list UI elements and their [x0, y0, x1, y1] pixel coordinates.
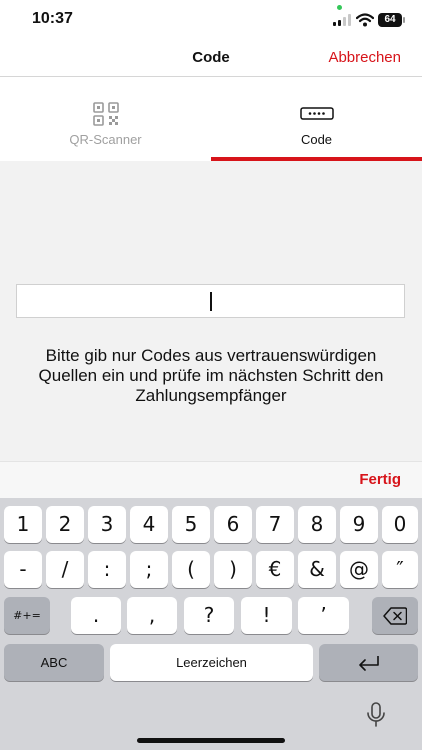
status-bar: 10:37 64: [0, 0, 422, 40]
return-icon: [358, 656, 379, 671]
key-colon[interactable]: :: [88, 551, 126, 588]
key-exclamation[interactable]: !: [241, 597, 292, 634]
key-9[interactable]: 9: [340, 506, 378, 543]
tab-code[interactable]: Code: [211, 77, 422, 161]
key-at[interactable]: @: [340, 551, 378, 588]
key-period[interactable]: .: [71, 597, 121, 634]
keyboard: 1 2 3 4 5 6 7 8 9 0 - / : ; ( ) € & @ ″ …: [0, 498, 422, 750]
key-apostrophe[interactable]: ’: [298, 597, 349, 634]
tab-bar: QR-Scanner Code: [0, 77, 422, 161]
return-key[interactable]: [319, 644, 418, 681]
abc-key[interactable]: ABC: [4, 644, 104, 681]
key-comma[interactable]: ,: [127, 597, 177, 634]
text-cursor: [210, 292, 212, 311]
qr-code-icon: [92, 102, 119, 126]
cellular-signal-icon: [333, 14, 351, 26]
key-hyphen[interactable]: -: [4, 551, 42, 588]
key-ampersand[interactable]: &: [298, 551, 336, 588]
wifi-icon: [356, 13, 374, 27]
key-3[interactable]: 3: [88, 506, 126, 543]
code-field-icon: [299, 107, 334, 120]
key-1[interactable]: 1: [4, 506, 42, 543]
key-7[interactable]: 7: [256, 506, 294, 543]
key-semicolon[interactable]: ;: [130, 551, 168, 588]
home-indicator: [137, 738, 285, 743]
cancel-button[interactable]: Abbrechen: [328, 49, 401, 66]
active-tab-indicator: [211, 157, 422, 161]
info-text: Bitte gib nur Codes aus vertrauenswürdig…: [38, 346, 384, 405]
key-4[interactable]: 4: [130, 506, 168, 543]
done-button[interactable]: Fertig: [359, 471, 401, 488]
privacy-indicator-icon: [337, 5, 342, 10]
symbols-toggle-key[interactable]: #+=: [4, 597, 50, 634]
tab-label: Code: [300, 132, 333, 147]
key-0[interactable]: 0: [382, 506, 418, 543]
tab-label: QR-Scanner: [69, 132, 142, 147]
key-close-paren[interactable]: ): [214, 551, 252, 588]
keyboard-toolbar: Fertig: [0, 461, 422, 498]
key-question[interactable]: ?: [184, 597, 234, 634]
microphone-icon[interactable]: [365, 702, 387, 728]
backspace-key[interactable]: [372, 597, 418, 634]
key-euro[interactable]: €: [256, 551, 294, 588]
navigation-bar: Code Abbrechen: [0, 40, 422, 77]
key-6[interactable]: 6: [214, 506, 252, 543]
key-2[interactable]: 2: [46, 506, 84, 543]
tab-qr-scanner[interactable]: QR-Scanner: [0, 77, 211, 161]
key-quote[interactable]: ″: [382, 551, 418, 588]
battery-icon: 64: [378, 13, 405, 27]
key-slash[interactable]: /: [46, 551, 84, 588]
key-open-paren[interactable]: (: [172, 551, 210, 588]
space-key[interactable]: Leerzeichen: [110, 644, 313, 681]
key-5[interactable]: 5: [172, 506, 210, 543]
status-time: 10:37: [32, 10, 73, 27]
key-8[interactable]: 8: [298, 506, 336, 543]
backspace-icon: [383, 607, 408, 625]
code-input[interactable]: [16, 284, 405, 318]
